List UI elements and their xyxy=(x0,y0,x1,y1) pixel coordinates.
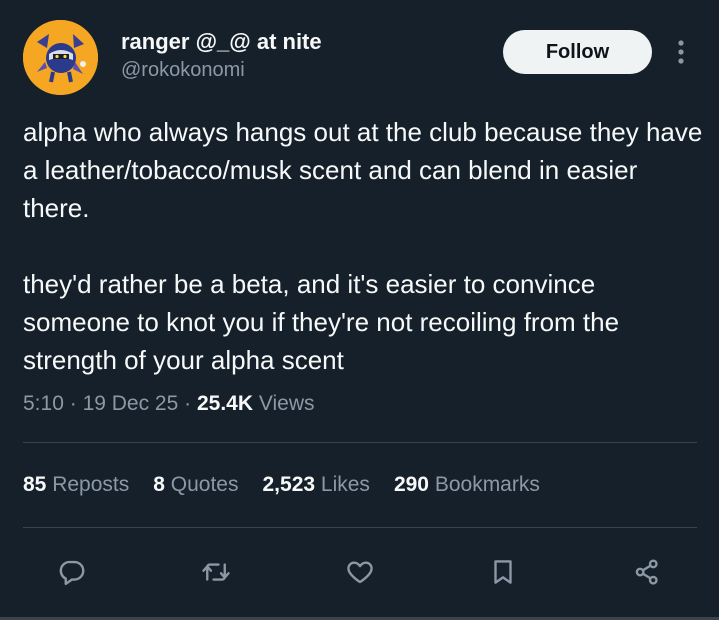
like-button[interactable] xyxy=(340,554,380,590)
divider xyxy=(23,527,697,528)
reposts-label: Reposts xyxy=(52,473,130,496)
reply-button[interactable] xyxy=(52,554,92,590)
views-label[interactable]: Views xyxy=(259,392,315,415)
tweet-paragraph: they'd rather be a beta, and it's easier… xyxy=(23,269,620,375)
bookmark-icon xyxy=(494,560,512,584)
like-icon xyxy=(347,561,373,584)
bookmarks-count: 290 xyxy=(393,473,429,496)
repost-button[interactable] xyxy=(196,554,236,590)
bookmark-button[interactable] xyxy=(483,554,523,590)
tweet-text: alpha who always hangs out at the club b… xyxy=(23,113,703,379)
bookmarks-stat[interactable]: 290 Bookmarks xyxy=(394,473,540,497)
action-bar xyxy=(0,554,719,590)
views-count[interactable]: 25.4K xyxy=(197,392,253,415)
divider xyxy=(23,442,697,443)
share-icon xyxy=(635,559,658,585)
quotes-stat[interactable]: 8 Quotes xyxy=(153,473,238,497)
likes-count: 2,523 xyxy=(262,473,316,496)
meta-separator: · xyxy=(184,392,192,415)
share-button[interactable] xyxy=(627,554,667,590)
engagement-stats: 85 Reposts 8 Quotes 2,523 Likes 290 Book… xyxy=(23,473,540,497)
quotes-count: 8 xyxy=(153,473,165,496)
follow-button[interactable]: Follow xyxy=(503,30,652,74)
more-icon xyxy=(678,40,684,64)
tweet-meta: 5:10 · 19 Dec 25 · 25.4K Views xyxy=(23,392,315,416)
avatar[interactable] xyxy=(23,20,98,95)
repost-icon xyxy=(202,563,230,581)
reply-icon xyxy=(59,560,85,586)
tweet-time[interactable]: 5:10 xyxy=(23,392,64,415)
reposts-stat[interactable]: 85 Reposts xyxy=(23,473,129,497)
likes-stat[interactable]: 2,523 Likes xyxy=(263,473,370,497)
more-options-button[interactable] xyxy=(669,38,693,66)
quotes-label: Quotes xyxy=(170,473,239,496)
meta-separator: · xyxy=(69,392,77,415)
author-handle[interactable]: @rokokonomi xyxy=(121,59,245,82)
bookmarks-label: Bookmarks xyxy=(434,473,540,496)
author-display-name[interactable]: ranger @_@ at nite xyxy=(121,29,322,55)
avatar-character-icon xyxy=(23,20,98,95)
tweet-paragraph: alpha who always hangs out at the club b… xyxy=(23,117,703,223)
likes-label: Likes xyxy=(320,473,370,496)
tweet-date[interactable]: 19 Dec 25 xyxy=(83,392,179,415)
reposts-count: 85 xyxy=(23,473,47,496)
